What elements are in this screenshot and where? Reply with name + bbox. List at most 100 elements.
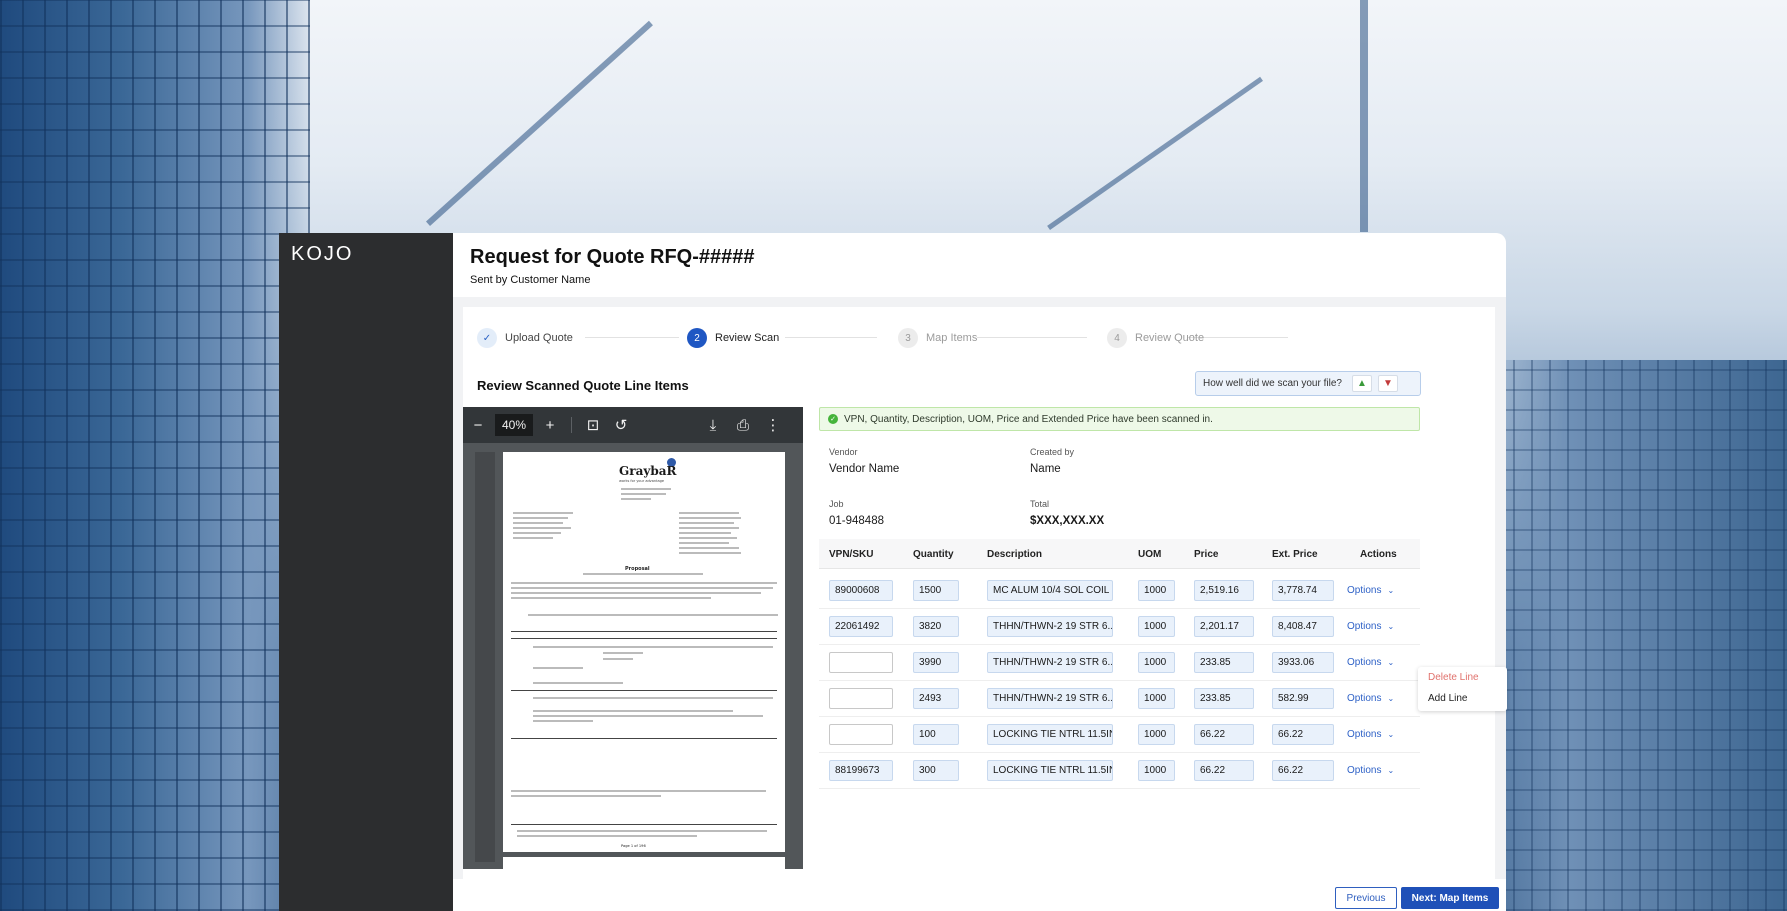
step-review-scan[interactable]: 2 Review Scan xyxy=(687,327,779,349)
column-header-quantity: Quantity xyxy=(913,549,954,560)
download-icon[interactable]: ⤓ xyxy=(702,417,724,434)
options-dropdown[interactable]: Options ⌄ xyxy=(1347,621,1394,632)
description-input[interactable]: LOCKING TIE NTRL 11.5IN xyxy=(987,724,1113,745)
price-input[interactable]: 233.85 xyxy=(1194,652,1254,673)
options-dropdown[interactable]: Options ⌄ xyxy=(1347,693,1394,704)
pdf-page xyxy=(503,857,785,869)
uom-input[interactable]: 1000 xyxy=(1138,760,1175,781)
step-label: Review Quote xyxy=(1135,332,1205,344)
vpn-sku-input[interactable] xyxy=(829,688,893,709)
quantity-input[interactable]: 2493 xyxy=(913,688,959,709)
next-map-items-button[interactable]: Next: Map Items xyxy=(1401,887,1499,909)
quantity-input[interactable]: 3990 xyxy=(913,652,959,673)
column-header-price: Price xyxy=(1194,549,1219,560)
uom-input[interactable]: 1000 xyxy=(1138,580,1175,601)
description-input[interactable]: MC ALUM 10/4 SOL COIL xyxy=(987,580,1113,601)
price-input[interactable]: 2,519.16 xyxy=(1194,580,1254,601)
scan-success-notice: ✓ VPN, Quantity, Description, UOM, Price… xyxy=(819,407,1420,431)
uom-input[interactable]: 1000 xyxy=(1138,688,1175,709)
check-circle-icon: ✓ xyxy=(828,414,838,424)
quantity-input[interactable]: 300 xyxy=(913,760,959,781)
quantity-input[interactable]: 3820 xyxy=(913,616,959,637)
kojo-logo[interactable]: KOJO xyxy=(291,243,353,266)
more-options-icon[interactable]: ⋮ xyxy=(762,416,784,434)
vpn-sku-input[interactable]: 89000608 xyxy=(829,580,893,601)
doc-text-line xyxy=(679,522,734,524)
description-input[interactable]: LOCKING TIE NTRL 11.5IN xyxy=(987,760,1113,781)
toolbar-divider xyxy=(571,417,572,433)
doc-text-line xyxy=(513,537,553,539)
price-input[interactable]: 66.22 xyxy=(1194,724,1254,745)
print-icon[interactable]: ⎙ xyxy=(732,417,754,434)
options-dropdown[interactable]: Options ⌄ xyxy=(1347,765,1394,776)
vendor-label: Vendor xyxy=(829,447,858,457)
crane-image xyxy=(425,20,653,227)
uom-input[interactable]: 1000 xyxy=(1138,724,1175,745)
doc-text-line xyxy=(679,537,737,539)
column-header-vpn: VPN/SKU xyxy=(829,549,874,560)
page-title: Request for Quote RFQ-##### xyxy=(470,246,755,268)
doc-text-line xyxy=(533,720,593,722)
price-input[interactable]: 233.85 xyxy=(1194,688,1254,709)
chevron-down-icon: ⌄ xyxy=(1387,658,1395,667)
table-row: 2493 THHN/THWN-2 19 STR 6... 1000 233.85… xyxy=(819,681,1420,717)
vpn-sku-input[interactable] xyxy=(829,652,893,673)
doc-text-line xyxy=(533,710,733,712)
pdf-viewer[interactable]: − 40% + ⊡ ↺ ⤓ ⎙ ⋮ GraybaR works for your… xyxy=(463,407,803,869)
ext-price-input[interactable]: 3,778.74 xyxy=(1272,580,1334,601)
description-input[interactable]: THHN/THWN-2 19 STR 6... xyxy=(987,688,1113,709)
vpn-sku-input[interactable]: 88199673 xyxy=(829,760,893,781)
chevron-down-icon: ⌄ xyxy=(1387,730,1395,739)
ext-price-input[interactable]: 66.22 xyxy=(1272,760,1334,781)
created-by-label: Created by xyxy=(1030,447,1075,457)
thumbs-down-icon[interactable]: ▼ xyxy=(1377,375,1398,392)
row-options-menu: Delete Line Add Line xyxy=(1418,667,1507,711)
column-header-ext-price: Ext. Price xyxy=(1272,549,1318,560)
column-header-description: Description xyxy=(987,549,1043,560)
options-label: Options xyxy=(1347,657,1382,668)
ext-price-input[interactable]: 582.99 xyxy=(1272,688,1334,709)
doc-text-line xyxy=(517,835,697,837)
rotate-icon[interactable]: ↺ xyxy=(610,416,632,434)
main-panel: Request for Quote RFQ-##### Sent by Cust… xyxy=(453,233,1506,911)
quantity-input[interactable]: 1500 xyxy=(913,580,959,601)
chevron-down-icon: ⌄ xyxy=(1387,586,1395,595)
zoom-level[interactable]: 40% xyxy=(495,414,533,436)
description-input[interactable]: THHN/THWN-2 19 STR 6... xyxy=(987,652,1113,673)
doc-text-line xyxy=(513,527,571,529)
options-label: Options xyxy=(1347,729,1382,740)
fit-page-icon[interactable]: ⊡ xyxy=(582,416,604,434)
price-input[interactable]: 66.22 xyxy=(1194,760,1254,781)
uom-input[interactable]: 1000 xyxy=(1138,652,1175,673)
quantity-input[interactable]: 100 xyxy=(913,724,959,745)
description-input[interactable]: THHN/THWN-2 19 STR 6... xyxy=(987,616,1113,637)
ext-price-input[interactable]: 3933.06 xyxy=(1272,652,1334,673)
proposal-heading: Proposal xyxy=(625,566,650,572)
previous-button[interactable]: Previous xyxy=(1335,887,1397,909)
add-line-menu-item[interactable]: Add Line xyxy=(1428,693,1467,704)
vpn-sku-input[interactable]: 22061492 xyxy=(829,616,893,637)
doc-text-line xyxy=(513,522,563,524)
zoom-in-icon[interactable]: + xyxy=(539,417,561,434)
page-number: Page 1 of 196 xyxy=(621,844,646,848)
step-upload-quote[interactable]: ✓ Upload Quote xyxy=(477,327,573,349)
options-dropdown[interactable]: Options ⌄ xyxy=(1347,729,1394,740)
uom-input[interactable]: 1000 xyxy=(1138,616,1175,637)
step-review-quote[interactable]: 4 Review Quote xyxy=(1107,327,1204,349)
price-input[interactable]: 2,201.17 xyxy=(1194,616,1254,637)
options-dropdown[interactable]: Options ⌄ xyxy=(1347,585,1394,596)
options-dropdown[interactable]: Options ⌄ xyxy=(1347,657,1394,668)
doc-text-line xyxy=(517,830,767,832)
ext-price-input[interactable]: 8,408.47 xyxy=(1272,616,1334,637)
review-card: ✓ Upload Quote 2 Review Scan 3 Map Items… xyxy=(463,307,1495,895)
graybar-logo: GraybaR xyxy=(619,464,677,478)
sidebar: KOJO xyxy=(279,233,453,911)
thumbs-up-icon[interactable]: ▲ xyxy=(1351,375,1372,392)
vpn-sku-input[interactable] xyxy=(829,724,893,745)
doc-text-line xyxy=(583,573,703,575)
delete-line-menu-item[interactable]: Delete Line xyxy=(1428,672,1479,683)
step-map-items[interactable]: 3 Map Items xyxy=(898,327,977,349)
zoom-out-icon[interactable]: − xyxy=(467,417,489,434)
doc-text-line xyxy=(533,646,773,648)
ext-price-input[interactable]: 66.22 xyxy=(1272,724,1334,745)
